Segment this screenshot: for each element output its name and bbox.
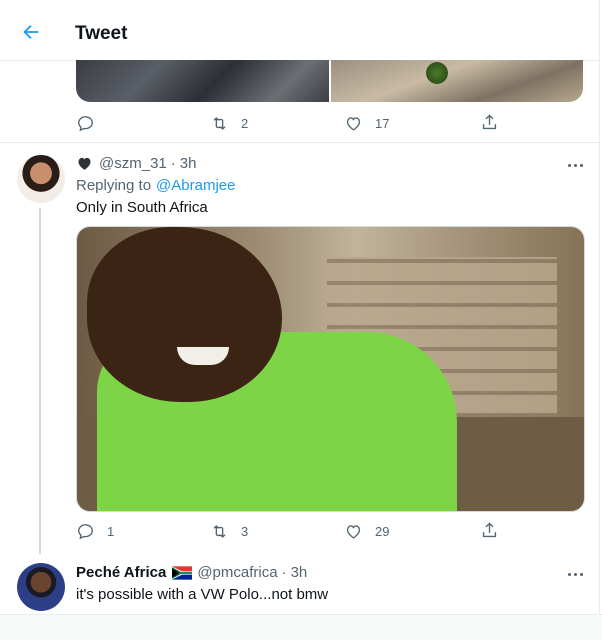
more-options-icon[interactable] <box>566 157 588 169</box>
tweet-header: @szm_31 · 3h <box>76 155 196 172</box>
like-button[interactable]: 17 <box>344 114 389 133</box>
retweet-icon <box>213 117 226 130</box>
retweet-button[interactable]: 2 <box>210 114 248 133</box>
reply-button[interactable] <box>76 114 107 133</box>
retweet-count: 3 <box>241 524 249 539</box>
user-handle[interactable]: @szm_31 <box>99 155 167 172</box>
more-options-icon[interactable] <box>566 566 588 578</box>
tweet-text: it's possible with a VW Polo...not bmw <box>76 586 329 603</box>
replying-label: Replying to <box>76 177 152 194</box>
reply-button[interactable]: 1 <box>76 522 114 541</box>
tweet-divider <box>0 142 599 143</box>
avatar[interactable] <box>17 563 65 611</box>
tweet-gif-media[interactable] <box>76 226 585 512</box>
share-button[interactable] <box>480 521 499 540</box>
user-handle[interactable]: @pmcafrica <box>197 564 277 581</box>
reply-icon <box>78 524 93 540</box>
black-heart-emoji-icon <box>76 155 93 172</box>
reply-icon <box>78 116 93 132</box>
share-icon <box>482 522 497 538</box>
heart-outline-icon <box>346 525 361 539</box>
south-africa-flag-icon <box>172 565 193 580</box>
retweet-button[interactable]: 3 <box>210 522 248 541</box>
dot-separator: · <box>281 564 287 581</box>
page-title: Tweet <box>75 23 128 44</box>
tweet-photo-1[interactable] <box>76 60 329 102</box>
share-icon <box>482 114 497 130</box>
page-border <box>599 0 600 639</box>
reply-count: 1 <box>107 524 115 539</box>
like-count: 17 <box>375 116 390 131</box>
back-arrow-icon[interactable] <box>20 21 42 43</box>
retweet-icon <box>213 525 226 538</box>
timestamp[interactable]: 3h <box>291 564 308 581</box>
like-button[interactable]: 29 <box>344 522 389 541</box>
tweet-text: Only in South Africa <box>76 199 208 216</box>
display-name[interactable]: Peché Africa <box>76 564 166 581</box>
tweet-header: Peché Africa @pmcafrica · 3h <box>76 564 307 581</box>
timestamp[interactable]: 3h <box>180 155 197 172</box>
replying-to-handle[interactable]: @Abramjee <box>156 177 235 194</box>
thread-line <box>39 208 41 554</box>
tweet-photo-2[interactable] <box>331 60 583 102</box>
heart-outline-icon <box>346 117 361 131</box>
dot-separator: · <box>170 155 176 172</box>
bottom-overlay-bar <box>0 614 602 640</box>
avatar[interactable] <box>17 155 65 203</box>
share-button[interactable] <box>480 113 499 132</box>
like-count: 29 <box>375 524 390 539</box>
top-header: Tweet <box>0 0 599 61</box>
retweet-count: 2 <box>241 116 249 131</box>
replying-to: Replying to @Abramjee <box>76 177 235 194</box>
